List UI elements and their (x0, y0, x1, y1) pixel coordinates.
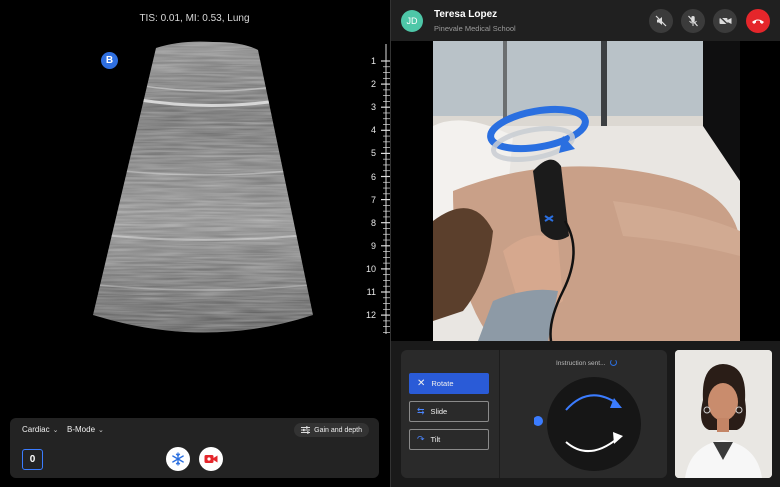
slide-instruction-button[interactable]: ⇆ Slide (409, 401, 489, 422)
hang-up-button[interactable] (746, 9, 770, 33)
probe-orientation-marker: B (101, 52, 118, 69)
rotate-label: Rotate (431, 379, 454, 388)
divider (499, 350, 500, 478)
instruction-status-text: Instruction sent... (556, 360, 606, 367)
capture-counter[interactable]: 0 (22, 449, 43, 470)
speaker-muted-icon (655, 15, 667, 27)
toggle-video-button[interactable] (713, 9, 737, 33)
tilt-instruction-button[interactable]: ↷ Tilt (409, 429, 489, 450)
depth-label: 11 (366, 287, 376, 297)
video-off-icon (718, 16, 731, 26)
mute-speaker-button[interactable] (649, 9, 673, 33)
depth-label: 8 (370, 217, 376, 228)
remote-video-area (391, 41, 780, 341)
arrows-horizontal-icon: ⇆ (417, 406, 425, 416)
arc-arrow-icon: ↷ (417, 434, 425, 444)
tilt-label: Tilt (430, 435, 441, 444)
sliders-icon (301, 426, 311, 434)
depth-label: 1 (370, 56, 376, 66)
video-camera-icon (204, 455, 218, 463)
caller-name: Teresa Lopez (434, 9, 498, 20)
rotation-dial[interactable] (534, 374, 644, 474)
depth-scale: 1 2 3 4 5 6 7 8 9 10 11 12 (366, 44, 390, 334)
ultrasound-pane: TIS: 0.01, MI: 0.53, Lung B 1 2 3 4 5 6 … (0, 0, 390, 487)
remote-video-feed[interactable] (433, 41, 740, 341)
depth-label: 7 (370, 194, 376, 205)
avatar: JD (401, 10, 423, 32)
instruction-status: Instruction sent... (556, 359, 618, 367)
snowflake-icon (172, 452, 184, 466)
scan-control-bar: Cardiac ⌄ B-Mode ⌄ Gain and depth 0 (10, 418, 379, 478)
depth-label: 12 (365, 310, 376, 321)
hang-up-icon (752, 19, 764, 24)
depth-label: 3 (370, 102, 376, 113)
gain-and-depth-label: Gain and depth (314, 426, 362, 434)
gain-and-depth-button[interactable]: Gain and depth (294, 423, 369, 437)
depth-label: 2 (370, 79, 376, 90)
freeze-button[interactable] (166, 447, 190, 471)
chevron-down-icon: ⌄ (98, 427, 104, 434)
preset-dropdown[interactable]: Cardiac ⌄ (22, 425, 58, 434)
call-header: JD Teresa Lopez Pinevale Medical School (391, 0, 780, 41)
mode-label: B-Mode (67, 425, 96, 434)
acoustic-output-status: TIS: 0.01, MI: 0.53, Lung (139, 13, 250, 24)
depth-label: 5 (370, 148, 376, 159)
dial-handle[interactable] (534, 416, 543, 426)
instruction-panel: ✕ Rotate ⇆ Slide ↷ Tilt Instruction sent… (401, 350, 667, 478)
loading-spinner-icon (610, 359, 618, 366)
depth-label: 4 (370, 125, 376, 136)
x-icon: ✕ (417, 377, 426, 389)
chevron-down-icon: ⌄ (52, 427, 59, 434)
self-video-view[interactable] (675, 350, 772, 478)
depth-label: 10 (365, 263, 376, 274)
depth-label: 6 (370, 171, 376, 182)
rotate-instruction-button[interactable]: ✕ Rotate (409, 373, 489, 394)
video-call-pane: JD Teresa Lopez Pinevale Medical School (390, 0, 780, 487)
caller-organization: Pinevale Medical School (434, 24, 516, 33)
ultrasound-image[interactable] (88, 40, 318, 340)
mute-mic-button[interactable] (681, 9, 705, 33)
record-clip-button[interactable] (199, 447, 223, 471)
mode-dropdown[interactable]: B-Mode ⌄ (67, 425, 104, 434)
preset-label: Cardiac (22, 425, 50, 434)
depth-ruler (381, 44, 390, 334)
slide-label: Slide (430, 407, 448, 416)
mic-muted-icon (688, 15, 698, 27)
depth-label: 9 (370, 240, 376, 251)
